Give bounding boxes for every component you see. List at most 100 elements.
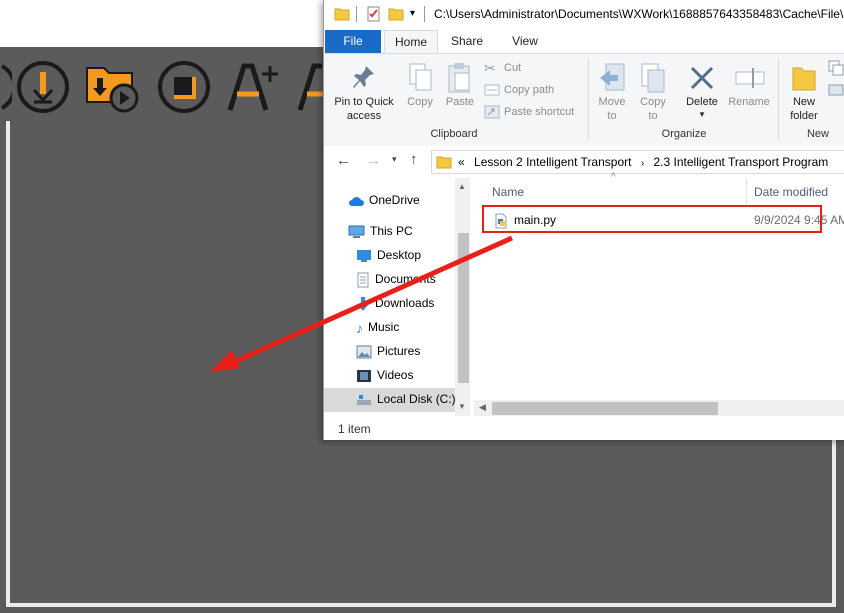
paste-shortcut-label: Paste shortcut bbox=[504, 106, 575, 118]
properties-icon[interactable] bbox=[366, 6, 382, 22]
column-divider[interactable] bbox=[746, 178, 747, 204]
copy-path-button[interactable]: Copy path bbox=[484, 82, 584, 100]
pin-label-2: access bbox=[346, 110, 382, 122]
forward-arrow-icon[interactable]: → bbox=[366, 152, 381, 169]
copy-to-label-2: to bbox=[648, 110, 658, 122]
folder-play-icon[interactable] bbox=[84, 60, 142, 114]
navigation-pane: OneDrive This PC Desktop Documents Downl… bbox=[324, 178, 470, 416]
copy-icon bbox=[409, 63, 432, 91]
nav-label-videos: Videos bbox=[377, 368, 414, 382]
copy-to-button[interactable]: Copy to bbox=[634, 60, 672, 124]
font-increase-icon[interactable] bbox=[226, 60, 286, 114]
move-to-button[interactable]: Move to bbox=[594, 60, 630, 124]
window-title-path: C:\Users\Administrator\Documents\WXWork\… bbox=[434, 7, 844, 21]
address-bar[interactable]: « Lesson 2 Intelligent Transport › 2.3 I… bbox=[431, 150, 844, 174]
pictures-icon bbox=[356, 345, 372, 359]
nav-item-desktop[interactable]: Desktop bbox=[356, 245, 421, 265]
new-item-icon[interactable] bbox=[828, 60, 844, 76]
move-to-label-1: Move bbox=[598, 96, 626, 108]
tab-view[interactable]: View bbox=[499, 30, 551, 53]
nav-label-onedrive: OneDrive bbox=[369, 193, 420, 207]
nav-label-pictures: Pictures bbox=[377, 344, 421, 358]
navigation-bar: ← → ▾ ↑ « Lesson 2 Intelligent Transport… bbox=[324, 146, 844, 178]
tab-file[interactable]: File bbox=[325, 30, 381, 53]
rename-button[interactable]: Rename bbox=[724, 60, 774, 124]
horizontal-scrollbar[interactable]: ◀ bbox=[474, 400, 844, 416]
delete-button[interactable]: Delete ▾ bbox=[682, 60, 722, 124]
scroll-up-icon[interactable]: ▲ bbox=[458, 182, 466, 191]
nav-label-this-pc: This PC bbox=[370, 224, 413, 238]
breadcrumb-lesson-2[interactable]: Lesson 2 Intelligent Transport bbox=[474, 155, 631, 169]
new-folder-button[interactable]: New folder bbox=[782, 60, 826, 124]
new-folder-label-1: New bbox=[792, 96, 815, 108]
ribbon-separator-2 bbox=[778, 58, 779, 140]
nav-label-documents: Documents bbox=[375, 272, 436, 286]
cloud-icon bbox=[349, 197, 364, 206]
copy-button[interactable]: Copy bbox=[400, 60, 440, 124]
back-arrow-icon[interactable]: ← bbox=[336, 152, 351, 169]
nav-scroll-thumb[interactable] bbox=[458, 233, 469, 383]
nav-item-videos[interactable]: Videos bbox=[356, 365, 413, 385]
nav-item-onedrive[interactable]: OneDrive bbox=[348, 190, 420, 210]
tab-share[interactable]: Share bbox=[442, 30, 492, 53]
ribbon-separator bbox=[588, 58, 589, 140]
scissors-icon: ✂ bbox=[484, 60, 496, 76]
delete-icon bbox=[690, 66, 714, 90]
paste-icon bbox=[448, 63, 470, 93]
nav-label-local-disk: Local Disk (C:) bbox=[377, 392, 456, 406]
up-arrow-icon[interactable]: ↑ bbox=[410, 151, 418, 168]
organize-group-label: Organize bbox=[661, 128, 707, 140]
recent-locations-dropdown-icon[interactable]: ▾ bbox=[392, 154, 397, 165]
new-group-label: New bbox=[806, 128, 829, 140]
nav-item-pictures[interactable]: Pictures bbox=[356, 341, 420, 361]
scroll-left-icon[interactable]: ◀ bbox=[479, 402, 486, 413]
partial-tool-icon[interactable] bbox=[0, 60, 12, 114]
cut-button[interactable]: ✂ Cut bbox=[484, 60, 580, 78]
nav-item-music[interactable]: ♪ Music bbox=[356, 317, 399, 337]
documents-icon bbox=[357, 272, 369, 288]
ribbon: Pin to Quick access Copy Paste ✂ Cut Cop… bbox=[324, 53, 844, 147]
sort-indicator-icon: ^ bbox=[611, 172, 616, 183]
paste-shortcut-button[interactable]: Paste shortcut bbox=[484, 104, 594, 122]
nav-item-downloads[interactable]: Downloads bbox=[356, 293, 434, 313]
nav-item-this-pc[interactable]: This PC bbox=[348, 221, 413, 241]
pin-icon bbox=[353, 66, 374, 88]
nav-item-local-disk[interactable]: Local Disk (C:) bbox=[356, 389, 456, 409]
delete-dropdown-icon[interactable]: ▾ bbox=[682, 109, 722, 120]
column-header-date-modified[interactable]: Date modified bbox=[754, 185, 828, 199]
column-header-name[interactable]: Name bbox=[492, 185, 524, 199]
new-folder-label-2: folder bbox=[790, 110, 818, 122]
breadcrumb-overflow[interactable]: « bbox=[458, 155, 465, 169]
qa-separator bbox=[356, 6, 357, 22]
address-folder-icon bbox=[436, 156, 452, 169]
new-folder-icon bbox=[792, 67, 816, 91]
easy-access-icon[interactable] bbox=[828, 82, 844, 98]
download-icon[interactable] bbox=[16, 60, 70, 114]
ide-border-bottom bbox=[6, 603, 836, 607]
breadcrumb-separator-icon: › bbox=[640, 158, 645, 169]
nav-label-downloads: Downloads bbox=[375, 296, 435, 310]
paste-button[interactable]: Paste bbox=[440, 60, 480, 124]
nav-label-desktop: Desktop bbox=[377, 248, 422, 262]
tab-home[interactable]: Home bbox=[384, 30, 438, 54]
nav-item-documents[interactable]: Documents bbox=[356, 269, 436, 289]
folder-icon[interactable] bbox=[334, 6, 350, 22]
pin-to-quick-access-button[interactable]: Pin to Quick access bbox=[328, 60, 400, 124]
ide-border-left bbox=[6, 121, 10, 606]
customize-qa-dropdown-icon[interactable]: ▾ bbox=[410, 8, 415, 19]
downloads-icon bbox=[357, 296, 369, 311]
new-folder-quick-icon[interactable] bbox=[388, 6, 404, 22]
nav-scrollbar[interactable]: ▲ ▼ bbox=[455, 178, 470, 416]
desktop-icon bbox=[357, 249, 371, 262]
scroll-down-icon[interactable]: ▼ bbox=[458, 402, 466, 411]
horizontal-scroll-thumb[interactable] bbox=[492, 402, 718, 415]
copy-path-icon bbox=[484, 84, 500, 96]
clipboard-group-label: Clipboard bbox=[430, 128, 478, 140]
stop-icon[interactable] bbox=[156, 60, 212, 114]
drive-icon bbox=[357, 394, 371, 405]
rename-label: Rename bbox=[728, 96, 770, 108]
font-decrease-icon[interactable] bbox=[296, 60, 324, 114]
breadcrumb: « Lesson 2 Intelligent Transport › 2.3 I… bbox=[458, 155, 828, 169]
ribbon-tabs: File Home Share View bbox=[324, 30, 844, 54]
breadcrumb-program-folder[interactable]: 2.3 Intelligent Transport Program bbox=[654, 155, 829, 169]
